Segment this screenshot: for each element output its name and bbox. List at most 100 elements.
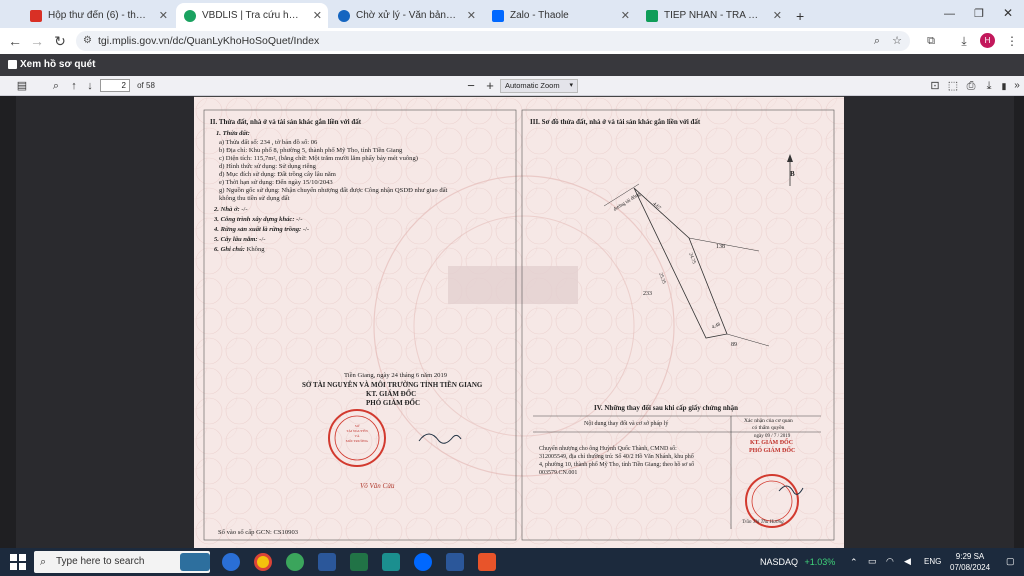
notification-icon[interactable]: ▢ (1006, 556, 1015, 567)
approval-deputy: PHÓ GIÁM ĐỐC (749, 448, 796, 454)
approval-date: ngày 09 / 7 / 2019 (754, 434, 791, 439)
col2-header: Xác nhận của cơ quan (744, 418, 793, 424)
app-icon[interactable] (478, 553, 496, 571)
authority-name: SỞ TÀI NGUYÊN VÀ MÔI TRƯỜNG TỈNH TIỀN GI… (302, 381, 483, 389)
profile-avatar[interactable]: H (980, 33, 995, 48)
scrollbar[interactable] (1014, 96, 1024, 548)
chevron-down-icon: ▾ (569, 82, 573, 89)
address-bar[interactable]: ⚙ tgi.mplis.gov.vn/dc/QuanLyKhoHoSoQuet/… (76, 31, 910, 51)
land-line: g) Nguồn gốc sử dụng: Nhận chuyển nhượng… (219, 187, 448, 194)
close-icon[interactable]: ✕ (621, 9, 630, 22)
zalo-icon (492, 9, 504, 22)
other-item: 3. Công trình xây dựng khác: -/- (214, 216, 303, 223)
word-icon[interactable] (446, 553, 464, 571)
approval-kt: KT. GIÁM ĐỐC (750, 440, 794, 446)
new-tab-button[interactable]: + (788, 3, 808, 28)
change-line: 003579.CN.001 (539, 470, 578, 476)
bookmark-icon[interactable]: ▮ (998, 78, 1010, 94)
tab-title: Zalo - Thaole (510, 10, 569, 21)
search-icon: ⌕ (40, 556, 47, 568)
print-icon[interactable]: ⎙ (964, 78, 978, 94)
volume-icon[interactable]: ◀ (904, 556, 911, 567)
tab-title: Hộp thư đến (6) - thaole22069… (48, 10, 148, 21)
find-icon[interactable]: ⌕ (48, 78, 64, 94)
navigation-bar: ← → ↻ ⚙ tgi.mplis.gov.vn/dc/QuanLyKhoHoS… (0, 28, 1024, 54)
language-indicator[interactable]: ENG (924, 557, 941, 566)
download-icon[interactable]: ⤓ (955, 32, 973, 50)
tab-zalo[interactable]: Zalo - Thaole ✕ (484, 3, 636, 28)
app-a-icon[interactable] (382, 553, 400, 571)
open-file-icon[interactable]: ⬚ (946, 78, 960, 94)
clock-time: 9:29 SA (955, 552, 985, 561)
windows-start-icon[interactable] (10, 554, 26, 570)
sidebar-toggle-icon[interactable]: ▤ (14, 78, 30, 94)
tab-title: VBDLIS | Tra cứu hồ sơ quét (202, 10, 302, 21)
edge-icon[interactable] (222, 553, 240, 571)
zoom-out-icon[interactable]: − (464, 78, 478, 94)
save-icon[interactable]: ⤓ (982, 78, 996, 94)
land-line: c) Diện tích: 115,7m², (bằng chữ: Một tr… (219, 155, 418, 162)
document-icon (8, 60, 17, 69)
tab-gmail[interactable]: Hộp thư đến (6) - thaole22069… ✕ (22, 3, 174, 28)
stock-widget[interactable]: NASDAQ +1.03% (760, 552, 835, 572)
previous-page-icon[interactable]: ↑ (66, 78, 82, 94)
forward-icon[interactable]: → (28, 32, 46, 50)
north-label: B (790, 170, 795, 178)
zalo-icon[interactable] (414, 553, 432, 571)
issue-date: Tiền Giang, ngày 24 tháng 6 năm 2019 (344, 372, 448, 379)
zoom-in-icon[interactable]: + (483, 78, 497, 94)
extensions-icon[interactable]: ⧉ (922, 32, 940, 50)
reload-icon[interactable]: ↻ (51, 32, 69, 50)
close-icon[interactable]: ✕ (313, 9, 322, 22)
wifi-icon[interactable]: ◠ (886, 556, 894, 567)
tab-strip: Hộp thư đến (6) - thaole22069… ✕ VBDLIS … (0, 0, 1024, 28)
stock-change: +1.03% (804, 557, 836, 567)
section2-title: II. Thửa đất, nhà ở và tài sản khác gắn … (210, 118, 362, 126)
change-line: 4, phường 10, thành phố Mỹ Tho, tỉnh Tiề… (539, 462, 695, 468)
neighbor-label: 138 (716, 244, 725, 250)
close-icon[interactable]: ✕ (467, 9, 476, 22)
signer-name: Võ Văn Cửa (360, 482, 395, 490)
restore-icon[interactable]: ❐ (974, 7, 984, 20)
viewer-title: Xem hồ sơ quét (20, 59, 96, 70)
deputy-title: PHÓ GIÁM ĐỐC (366, 399, 421, 407)
back-icon[interactable]: ← (6, 32, 24, 50)
network-icon[interactable]: ▭ (868, 556, 877, 567)
chrome-icon[interactable] (254, 553, 272, 571)
bookmark-star-icon[interactable]: ☆ (892, 31, 902, 51)
presentation-icon[interactable]: ⊡ (928, 78, 942, 94)
menu-icon[interactable]: ⋮ (1003, 32, 1021, 50)
close-icon[interactable]: ✕ (773, 9, 782, 22)
app-icon[interactable] (286, 553, 304, 571)
page-number-input[interactable]: 2 (100, 79, 130, 92)
tab-tiep-nhan[interactable]: TIEP NHAN - TRA KET QUA MỘ… ✕ (638, 3, 788, 28)
tools-icon[interactable]: » (1012, 78, 1022, 94)
tab-title: TIEP NHAN - TRA KET QUA MỘ… (664, 10, 764, 21)
other-item: 6. Ghi chú: Không (214, 246, 265, 253)
taskbar: ⌕ Type here to search NASDAQ +1.03% ⌃ ▭ … (0, 548, 1024, 576)
close-window-icon[interactable]: ✕ (1003, 6, 1013, 20)
minimize-icon[interactable]: — (944, 8, 955, 20)
clock[interactable]: 9:29 SA 07/08/2024 (950, 551, 990, 573)
tab-title: Chờ xử lý - Văn bản đến - Hệ th… (356, 10, 456, 21)
blurred-region (448, 266, 578, 304)
page-count: of 58 (137, 81, 155, 90)
word-icon[interactable] (318, 553, 336, 571)
tab-cho-xu-ly[interactable]: Chờ xử lý - Văn bản đến - Hệ th… ✕ (330, 3, 482, 28)
zoom-icon[interactable]: ⌕ (874, 31, 880, 51)
parcel-number-label: 233 (643, 291, 652, 297)
other-item: 5. Cây lâu năm: -/- (214, 236, 266, 243)
kt-title: KT. GIÁM ĐỐC (366, 390, 417, 398)
excel-icon[interactable] (350, 553, 368, 571)
other-item: 2. Nhà ở: -/- (214, 206, 248, 213)
tray-chevron-icon[interactable]: ⌃ (850, 557, 858, 568)
next-page-icon[interactable]: ↓ (82, 78, 98, 94)
land-line: e) Thời hạn sử dụng: Đến ngày 15/10/2043 (219, 179, 333, 186)
close-icon[interactable]: ✕ (159, 9, 168, 22)
neighbor-label: 89 (731, 342, 737, 348)
zoom-select[interactable]: Automatic Zoom ▾ (500, 79, 578, 93)
tab-vbdlis[interactable]: VBDLIS | Tra cứu hồ sơ quét ✕ (176, 3, 328, 28)
clock-date: 07/08/2024 (950, 563, 991, 572)
site-info-icon[interactable]: ⚙ (83, 31, 92, 51)
land-line: a) Thửa đất số: 234 , tờ bản đồ số: 06 (219, 139, 318, 146)
